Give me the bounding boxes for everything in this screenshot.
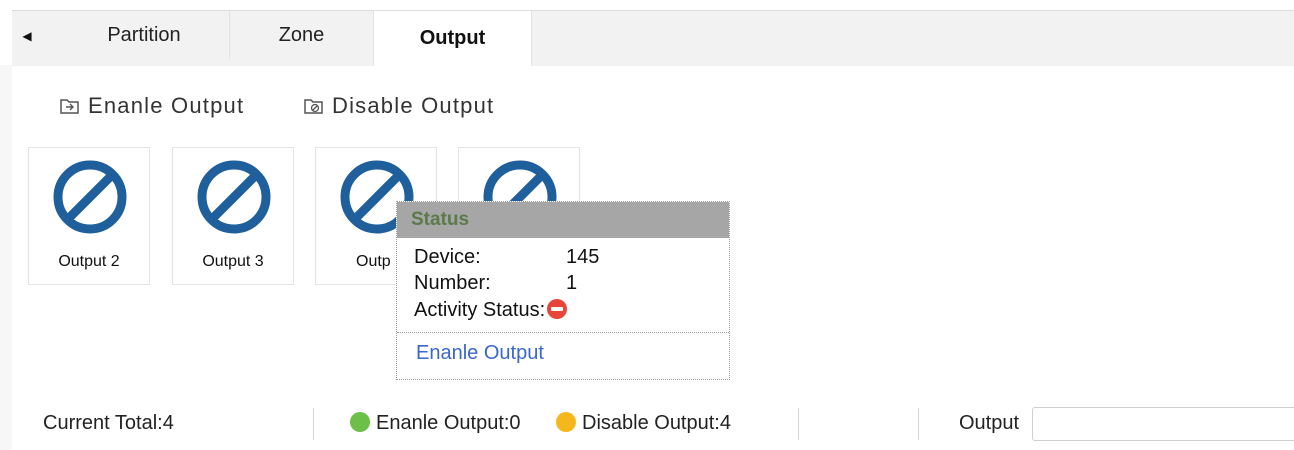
- output-search-input[interactable]: [1032, 407, 1294, 441]
- device-row: Device: 145: [414, 246, 599, 269]
- orange-dot-icon: [556, 412, 576, 432]
- footer-divider: [313, 408, 314, 440]
- number-label: Number:: [414, 272, 491, 294]
- enable-output-label: Enanle Output: [88, 93, 245, 118]
- output-card[interactable]: Output 2: [28, 147, 150, 285]
- output-card-label: Output 3: [202, 253, 264, 270]
- left-rail: [0, 65, 12, 450]
- tab-partition[interactable]: Partition: [59, 11, 230, 59]
- number-value: 1: [566, 272, 578, 294]
- popup-enable-output-link[interactable]: Enanle Output: [416, 342, 544, 365]
- prohibited-icon: [197, 160, 271, 234]
- activity-status-row: Activity Status:: [414, 299, 568, 322]
- number-row: Number: 1: [414, 272, 577, 295]
- tab-scroll-left-icon[interactable]: ◀: [16, 25, 38, 47]
- tab-output-label: Output: [419, 27, 486, 49]
- disable-output-icon: [304, 99, 323, 114]
- output-card-label: Output 2: [58, 253, 120, 270]
- enable-output-button[interactable]: Enanle Output: [60, 90, 244, 122]
- current-total: Current Total:4: [43, 412, 174, 434]
- disable-output-label: Disable Output: [332, 93, 495, 118]
- footer-divider: [798, 408, 799, 440]
- footer-divider: [918, 408, 919, 440]
- tab-zone[interactable]: Zone: [229, 11, 375, 59]
- prohibited-icon: [53, 160, 127, 234]
- output-card[interactable]: Output 3: [172, 147, 294, 285]
- enable-output-icon: [60, 99, 79, 114]
- tab-bar: ◀ Partition Zone Output: [12, 10, 1294, 66]
- tab-output[interactable]: Output: [373, 11, 532, 66]
- green-dot-icon: [350, 412, 370, 432]
- minus-circle-icon: [547, 299, 568, 319]
- tab-partition-label: Partition: [107, 23, 181, 46]
- status-popup-title: Status: [397, 202, 729, 238]
- enable-legend-label: Enanle Output:0: [376, 412, 521, 434]
- tab-zone-label: Zone: [278, 23, 325, 46]
- activity-status-label: Activity Status:: [414, 299, 546, 321]
- status-popup: Status Device: 145 Number: 1 Activity St…: [396, 201, 730, 380]
- device-label: Device:: [414, 246, 481, 268]
- search-label: Output: [959, 412, 1020, 434]
- disable-legend-label: Disable Output:4: [582, 412, 731, 434]
- disable-output-button[interactable]: Disable Output: [304, 90, 494, 122]
- device-value: 145: [566, 246, 600, 268]
- popup-divider: [397, 332, 729, 333]
- enable-legend: Enanle Output:0: [350, 412, 521, 435]
- disable-legend: Disable Output:4: [556, 412, 731, 435]
